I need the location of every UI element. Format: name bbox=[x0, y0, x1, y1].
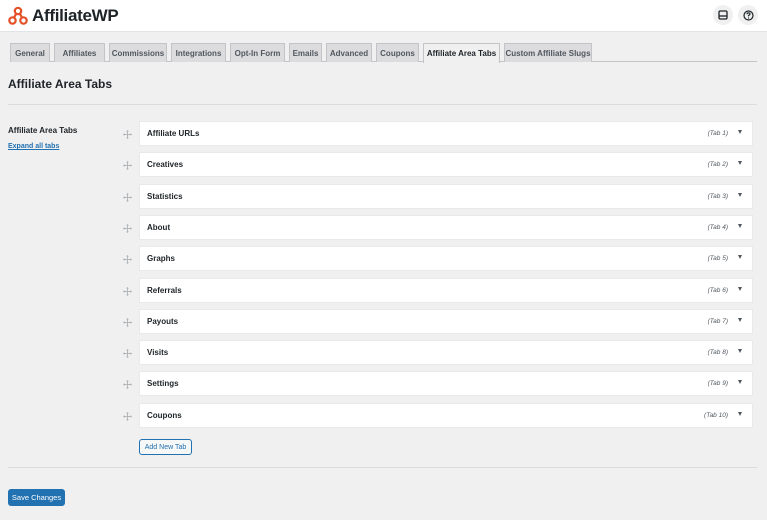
area-tab-number: (Tab 1) bbox=[707, 130, 728, 137]
drag-handle-icon[interactable] bbox=[123, 318, 132, 327]
area-tab-number: (Tab 5) bbox=[707, 255, 728, 262]
save-changes-button[interactable]: Save Changes bbox=[8, 489, 65, 506]
caret-down-icon[interactable] bbox=[738, 412, 742, 416]
brand-logo[interactable]: AffiliateWP bbox=[8, 6, 119, 26]
affiliatewp-logo-icon bbox=[8, 6, 28, 25]
area-tab-number: (Tab 3) bbox=[707, 193, 728, 200]
area-tab-row[interactable]: Coupons (Tab 10) bbox=[139, 403, 753, 428]
area-tab-title: Graphs bbox=[147, 254, 176, 263]
drag-handle-icon[interactable] bbox=[123, 287, 132, 296]
drag-handle-icon[interactable] bbox=[123, 349, 132, 358]
drag-handle-icon[interactable] bbox=[123, 412, 132, 421]
area-tab-number: (Tab 2) bbox=[707, 161, 728, 168]
drag-handle-icon[interactable] bbox=[123, 193, 132, 202]
drag-handle-icon[interactable] bbox=[123, 380, 132, 389]
tab-general[interactable]: General bbox=[10, 43, 50, 62]
area-tab-number: (Tab 8) bbox=[707, 349, 728, 356]
add-new-tab-button[interactable]: Add New Tab bbox=[139, 439, 192, 455]
area-tab-row[interactable]: Visits (Tab 8) bbox=[139, 340, 753, 365]
settings-tab-bar: General Affiliates Commissions Integrati… bbox=[10, 43, 757, 63]
section-label: Affiliate Area Tabs bbox=[8, 126, 78, 135]
caret-down-icon[interactable] bbox=[738, 193, 742, 197]
title-divider bbox=[8, 104, 757, 105]
area-tab-number: (Tab 4) bbox=[707, 224, 728, 231]
caret-down-icon[interactable] bbox=[738, 318, 742, 322]
area-tab-row[interactable]: Referrals (Tab 6) bbox=[139, 278, 753, 303]
drag-handle-icon[interactable] bbox=[123, 161, 132, 170]
help-button[interactable] bbox=[738, 5, 758, 25]
caret-down-icon[interactable] bbox=[738, 287, 742, 291]
tab-affiliates[interactable]: Affiliates bbox=[54, 43, 105, 62]
area-tab-number: (Tab 6) bbox=[707, 287, 728, 294]
tab-emails[interactable]: Emails bbox=[289, 43, 322, 62]
footer-divider bbox=[8, 467, 757, 468]
tab-commissions[interactable]: Commissions bbox=[109, 43, 167, 62]
area-tab-row[interactable]: Statistics (Tab 3) bbox=[139, 184, 753, 209]
area-tab-row[interactable]: Settings (Tab 9) bbox=[139, 371, 753, 396]
area-tab-title: Payouts bbox=[147, 317, 179, 326]
area-tab-title: About bbox=[147, 223, 171, 232]
caret-down-icon[interactable] bbox=[738, 224, 742, 228]
inbox-button[interactable] bbox=[713, 5, 733, 25]
help-icon bbox=[742, 9, 754, 21]
caret-down-icon[interactable] bbox=[738, 130, 742, 134]
area-tab-title: Affiliate URLs bbox=[147, 129, 200, 138]
area-tab-row[interactable]: Affiliate URLs (Tab 1) bbox=[139, 121, 753, 146]
drag-handle-icon[interactable] bbox=[123, 130, 132, 139]
area-tab-number: (Tab 9) bbox=[707, 380, 728, 387]
caret-down-icon[interactable] bbox=[738, 255, 742, 259]
tab-custom-affiliate-slugs[interactable]: Custom Affiliate Slugs bbox=[504, 43, 592, 62]
drag-handle-icon[interactable] bbox=[123, 224, 132, 233]
top-bar: AffiliateWP bbox=[0, 0, 767, 32]
inbox-icon bbox=[718, 10, 728, 20]
tab-advanced[interactable]: Advanced bbox=[326, 43, 372, 62]
caret-down-icon[interactable] bbox=[738, 349, 742, 353]
tab-coupons[interactable]: Coupons bbox=[376, 43, 419, 62]
drag-handle-icon[interactable] bbox=[123, 255, 132, 264]
area-tab-title: Statistics bbox=[147, 192, 183, 201]
area-tab-title: Referrals bbox=[147, 286, 182, 295]
page-title: Affiliate Area Tabs bbox=[8, 77, 113, 91]
tab-affiliate-area-tabs[interactable]: Affiliate Area Tabs bbox=[423, 43, 500, 63]
caret-down-icon[interactable] bbox=[738, 380, 742, 384]
area-tab-title: Creatives bbox=[147, 160, 184, 169]
tab-integrations[interactable]: Integrations bbox=[171, 43, 226, 62]
area-tab-row[interactable]: About (Tab 4) bbox=[139, 215, 753, 240]
area-tab-row[interactable]: Graphs (Tab 5) bbox=[139, 246, 753, 271]
area-tab-title: Coupons bbox=[147, 411, 182, 420]
area-tab-title: Visits bbox=[147, 348, 169, 357]
brand-name: AffiliateWP bbox=[32, 6, 119, 25]
caret-down-icon[interactable] bbox=[738, 161, 742, 165]
tab-opt-in-form[interactable]: Opt-In Form bbox=[230, 43, 285, 62]
area-tab-title: Settings bbox=[147, 379, 179, 388]
area-tab-row[interactable]: Creatives (Tab 2) bbox=[139, 152, 753, 177]
expand-all-tabs-link[interactable]: Expand all tabs bbox=[8, 143, 59, 150]
area-tab-row[interactable]: Payouts (Tab 7) bbox=[139, 309, 753, 334]
area-tab-number: (Tab 7) bbox=[707, 318, 728, 325]
area-tab-number: (Tab 10) bbox=[704, 412, 728, 419]
